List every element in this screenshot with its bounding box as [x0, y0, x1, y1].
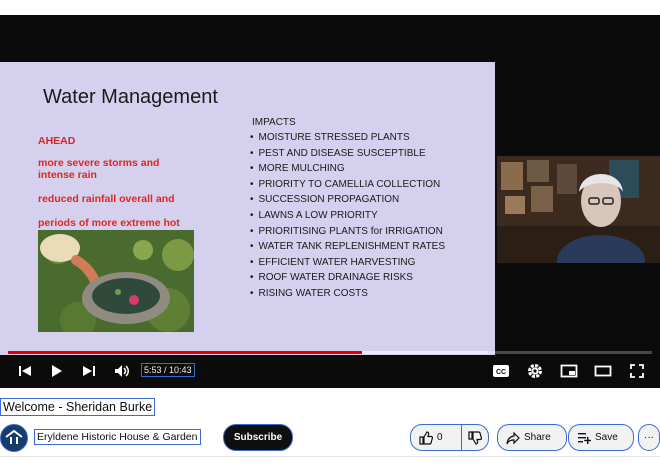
slide-red-line-ahead: AHEAD — [38, 135, 76, 147]
like-count: 0 — [437, 432, 443, 443]
impact-item: WATER TANK REPLENISHMENT RATES — [250, 239, 446, 255]
subscribe-button[interactable]: Subscribe — [223, 424, 293, 451]
like-button[interactable]: 0 — [410, 424, 463, 451]
next-icon — [83, 366, 95, 376]
settings-icon — [528, 364, 542, 378]
progress-bar[interactable] — [8, 351, 652, 354]
theater-mode-icon — [594, 365, 612, 377]
impact-item: LAWNS A LOW PRIORITY — [250, 208, 445, 224]
impact-item: MOISTURE STRESSED PLANTS — [250, 130, 445, 146]
more-icon: ··· — [644, 432, 654, 443]
impact-item: ROOF WATER DRAINAGE RISKS — [250, 270, 445, 286]
thumbs-up-icon — [419, 430, 433, 445]
thumbs-down-icon — [468, 430, 482, 445]
save-label: Save — [595, 432, 618, 443]
volume-icon — [115, 365, 129, 377]
settings-button[interactable] — [523, 360, 547, 382]
channel-avatar[interactable] — [0, 424, 28, 452]
dislike-button[interactable] — [461, 424, 489, 451]
impacts-heading: IMPACTS — [252, 117, 296, 128]
progress-played — [8, 351, 362, 354]
next-button[interactable] — [78, 360, 100, 382]
previous-button[interactable] — [14, 360, 36, 382]
water-bowl-photo — [38, 230, 194, 332]
fullscreen-icon — [630, 364, 644, 378]
theater-mode-button[interactable] — [591, 360, 615, 382]
slide-title: Water Management — [43, 86, 218, 108]
slide-red-line-storms: more severe storms and intense rain — [38, 157, 160, 181]
save-button[interactable]: Save — [568, 424, 634, 451]
playlist-add-icon — [578, 432, 591, 444]
impact-item: SUCCESSION PROPAGATION — [250, 192, 445, 208]
slide-red-line-rainfall: reduced rainfall overall and — [38, 193, 175, 205]
play-icon — [52, 365, 62, 377]
impact-item: PRIORITY TO CAMELLIA COLLECTION — [250, 177, 445, 193]
svg-text:CC: CC — [496, 369, 506, 376]
captions-icon: CC — [493, 365, 509, 377]
captions-button[interactable]: CC — [489, 360, 513, 382]
share-button[interactable]: Share — [497, 424, 567, 451]
house-icon — [5, 429, 23, 444]
time-display: 5:53 / 10:43 — [141, 363, 195, 377]
more-actions-button[interactable]: ··· — [638, 424, 660, 451]
share-label: Share — [524, 432, 551, 443]
impact-item: RISING WATER COSTS — [250, 286, 445, 302]
channel-name[interactable]: Eryldene Historic House & Garden — [34, 429, 201, 445]
divider — [0, 456, 660, 457]
impacts-list: MOISTURE STRESSED PLANTS PEST AND DISEAS… — [250, 130, 446, 302]
speaker-webcam — [497, 156, 660, 263]
fullscreen-button[interactable] — [625, 360, 649, 382]
video-title: Welcome - Sheridan Burke — [0, 398, 156, 416]
presentation-slide: Water Management AHEAD more severe storm… — [0, 62, 495, 355]
impact-item: MORE MULCHING — [250, 161, 445, 177]
volume-button[interactable] — [110, 360, 134, 382]
share-icon — [506, 431, 520, 444]
impact-item: EFFICIENT WATER HARVESTING — [250, 255, 445, 271]
video-player[interactable]: Water Management AHEAD more severe storm… — [0, 15, 660, 388]
impact-item: PEST AND DISEASE SUSCEPTIBLE — [250, 146, 445, 162]
miniplayer-icon — [560, 364, 578, 378]
play-button[interactable] — [46, 360, 68, 382]
impact-item: PRIORITISING PLANTS for IRRIGATION — [250, 224, 445, 240]
previous-icon — [19, 366, 31, 376]
miniplayer-button[interactable] — [557, 360, 581, 382]
